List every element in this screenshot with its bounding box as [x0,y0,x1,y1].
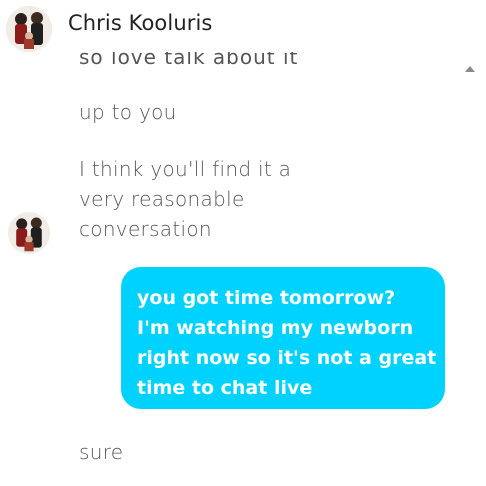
message-line: I think you'll find it a [79,157,292,181]
contact-name[interactable]: Chris Kooluris [68,11,212,35]
message-line: I'm watching my newborn [137,317,414,339]
message-line: conversation [79,217,212,241]
scroll-up-arrow-icon[interactable] [465,66,475,72]
incoming-message: I think you'll find it a very reasonable… [79,154,291,244]
chat-header: Chris Kooluris [0,0,486,52]
incoming-message: up to you [79,100,177,124]
message-line: very reasonable [79,187,245,211]
incoming-message: sure [79,440,124,464]
clipped-previous-message: so love talk about it [79,52,299,69]
message-line: time to chat live [137,377,313,399]
avatar-photo-icon [6,6,52,52]
contact-avatar[interactable] [6,6,52,52]
avatar-photo-icon [8,212,50,254]
sender-avatar[interactable] [8,212,50,254]
outgoing-message-bubble[interactable]: you got time tomorrow? I'm watching my n… [121,267,445,409]
message-line: you got time tomorrow? [137,287,396,309]
message-list: so love talk about it up to you I think … [0,52,486,486]
message-line: right now so it's not a great [137,347,437,369]
chat-window: Chris Kooluris so love talk about it up … [0,0,486,486]
